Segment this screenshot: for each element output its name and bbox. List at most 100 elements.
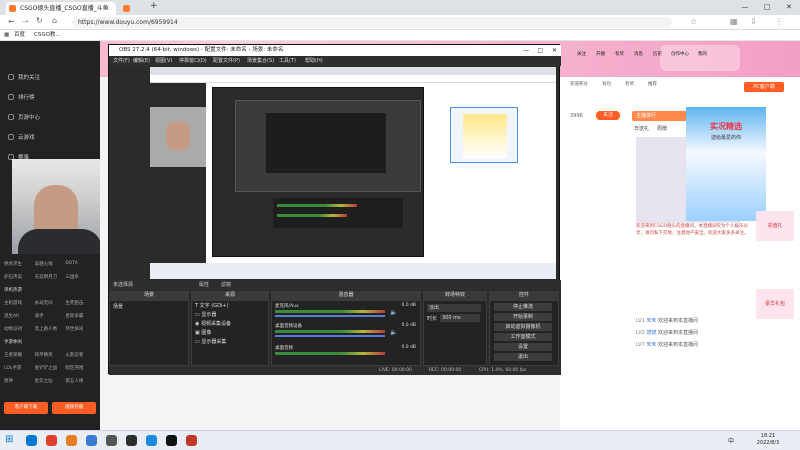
source-item-video[interactable]: ◉ 视频采集设备 [192, 319, 268, 328]
sidebar-item-webgame[interactable]: 页游中心 [8, 113, 40, 121]
gift-pack-card[interactable]: 豪华礼包 [756, 289, 794, 319]
category-item[interactable]: 黑上路人秀 [35, 326, 66, 332]
browser-taskbar-icon[interactable] [46, 435, 57, 446]
tab-weekly[interactable]: 周榜 [657, 125, 667, 132]
recommend-link[interactable]: 推荐 [648, 81, 657, 87]
menu-scene-collection[interactable]: 场景集合(S) [247, 56, 274, 66]
category-item[interactable]: 天涯明月刀 [35, 274, 66, 280]
category-item[interactable]: 王者荣耀 [4, 352, 35, 358]
hot-rank-header[interactable]: 主播排行 [632, 111, 692, 121]
pc-client-button[interactable]: PC客户端 [744, 82, 784, 92]
duration-input[interactable]: 300 ms [440, 314, 480, 322]
sidebar-item-follow[interactable]: 我的关注 [8, 73, 40, 81]
scene-item[interactable]: 场景 [110, 301, 188, 312]
download-icon[interactable]: ⇩ [750, 17, 757, 26]
stop-streaming-button[interactable]: 停止推流 [494, 303, 552, 311]
category-item[interactable]: 动物派对 [4, 326, 35, 332]
extensions-icon[interactable]: ▦ [730, 17, 738, 26]
ime-indicator[interactable]: 中 [728, 436, 734, 445]
search-icon[interactable] [26, 435, 37, 446]
obs-close-icon[interactable]: ✕ [552, 45, 557, 56]
category-item[interactable]: 火影忍者 [65, 352, 96, 358]
obs-maximize-icon[interactable]: □ [537, 45, 543, 56]
bookmark-baidu[interactable]: 百度 [14, 30, 25, 41]
header-live[interactable]: 开播 [594, 51, 607, 57]
category-item[interactable]: 骑手 [35, 313, 66, 319]
category-item[interactable]: 永劫无间 [35, 300, 66, 306]
maximize-button[interactable]: □ [756, 0, 778, 15]
properties-button[interactable]: 属性 [199, 280, 209, 290]
menu-help[interactable]: 帮助(H) [305, 56, 323, 66]
obs-taskbar-icon[interactable] [126, 435, 137, 446]
menu-edit[interactable]: 编辑(E) [133, 56, 150, 66]
sidebar-item-cloudgame[interactable]: 云游戏 [8, 133, 35, 141]
obs-minimize-icon[interactable]: — [523, 45, 529, 56]
menu-file[interactable]: 文件(F) [113, 56, 130, 66]
start-recording-button[interactable]: 开始录制 [494, 313, 552, 321]
menu-docks[interactable]: 停靠窗口(D) [179, 56, 207, 66]
category-item[interactable]: 炉石传说 [4, 274, 35, 280]
back-arrow-icon[interactable]: ← [8, 17, 15, 26]
category-item[interactable]: 暗区突围 [65, 365, 96, 371]
obs-preview-canvas[interactable] [150, 67, 556, 279]
minimize-button[interactable]: — [734, 0, 756, 15]
header-message[interactable]: 消息 [632, 51, 645, 57]
category-item[interactable]: 生死狙击 [65, 300, 96, 306]
category-item[interactable]: 和平精英 [35, 352, 66, 358]
menu-view[interactable]: 视图(V) [155, 56, 172, 66]
category-item[interactable]: 金铲铲之战 [35, 365, 66, 371]
clock[interactable]: 18:21 2022/8/3 [748, 433, 788, 447]
exit-button[interactable]: 退出 [494, 353, 552, 361]
browser-tab-douyu[interactable]: CSGO德头直播_CSGO直播_斗鱼 [6, 2, 116, 15]
category-item[interactable]: DOTA [65, 261, 96, 267]
speaker-icon[interactable]: 🔈 [390, 329, 397, 336]
filters-button[interactable]: 滤镜 [221, 280, 231, 290]
category-item[interactable]: 环世屏间 [65, 326, 96, 332]
bookmark-csgo[interactable]: CSGO教... [34, 30, 61, 41]
close-button[interactable]: ✕ [778, 0, 800, 15]
browser-tab-2[interactable] [120, 2, 146, 15]
header-creator[interactable]: 创作中心 [670, 51, 690, 57]
sidebar-item-rank[interactable]: 排行榜 [8, 93, 35, 101]
menu-tools[interactable]: 工具(T) [279, 56, 296, 66]
header-follow[interactable]: 关注 [575, 51, 588, 57]
source-item-display[interactable]: ▭ 显示器 [192, 310, 268, 319]
prize-link[interactable]: 有奖 [625, 81, 634, 87]
apps-icon[interactable]: ▦ [4, 30, 9, 41]
category-item[interactable]: 主机游戏 [4, 300, 35, 306]
source-item-display2[interactable]: ▭ 显示器采集 [192, 337, 268, 346]
header-prize[interactable]: 有奖 [613, 51, 626, 57]
category-item[interactable]: 原神 [4, 378, 35, 384]
reload-icon[interactable]: ↻ [36, 16, 43, 25]
star-icon[interactable]: ☆ [690, 17, 697, 26]
forward-arrow-icon[interactable]: → [22, 17, 29, 26]
header-me[interactable]: 我的 [696, 51, 709, 57]
client-download-button[interactable]: 客户端下载 [4, 402, 48, 414]
category-item[interactable]: 逃生AR [4, 313, 35, 319]
home-icon[interactable]: ⌂ [52, 16, 57, 25]
menu-profile[interactable]: 配置文件(P) [213, 56, 240, 66]
settings-button[interactable]: 设置 [494, 343, 552, 351]
taskbar-app-icon[interactable] [186, 435, 197, 446]
category-item[interactable]: 绝地求生 [4, 261, 35, 267]
category-item[interactable]: 穿越火线 [35, 261, 66, 267]
category-item[interactable]: 星际争霸 [65, 313, 96, 319]
volume-slider[interactable] [275, 315, 385, 317]
taskbar-app-icon[interactable] [86, 435, 97, 446]
windows-start-icon[interactable]: ⊞ [5, 434, 13, 445]
source-item-text[interactable]: T 文字 (GDI+) [192, 301, 268, 310]
transition-select[interactable]: 淡出 [427, 304, 481, 312]
studio-mode-button[interactable]: 工作室模式 [494, 333, 552, 341]
category-item[interactable]: 三国杀 [65, 274, 96, 280]
url-input[interactable]: https://www.douyu.com/6959914 [72, 17, 672, 28]
taskbar-app-icon[interactable] [166, 435, 177, 446]
category-item[interactable]: 第五人格 [65, 378, 96, 384]
steam-icon[interactable] [106, 435, 117, 446]
taskbar-app-icon[interactable] [66, 435, 77, 446]
recharge-link[interactable]: 充值积分 [570, 81, 588, 87]
speaker-icon[interactable]: 🔈 [390, 309, 397, 316]
category-item[interactable]: LOL手游 [4, 365, 35, 371]
volume-slider[interactable] [275, 335, 385, 337]
header-history[interactable]: 历史 [651, 51, 664, 57]
source-item-image[interactable]: ▣ 图像 [192, 328, 268, 337]
